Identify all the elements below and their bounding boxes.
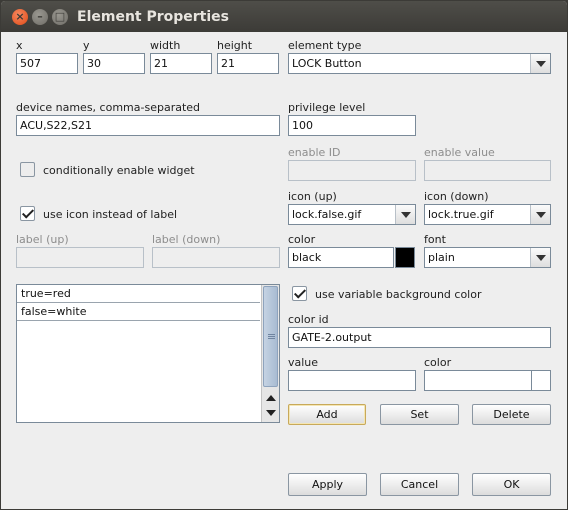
x-label: x — [16, 39, 23, 52]
list-item[interactable]: true=red — [17, 285, 260, 303]
font-label: font — [424, 233, 446, 246]
chevron-down-icon[interactable] — [395, 205, 415, 224]
y-input[interactable]: 30 — [83, 53, 145, 74]
height-label: height — [217, 39, 253, 52]
ok-button[interactable]: OK — [472, 473, 551, 496]
icon-up-label: icon (up) — [288, 190, 337, 203]
label-up-input[interactable] — [16, 247, 144, 268]
value-input[interactable] — [288, 370, 416, 391]
scroll-up-icon[interactable] — [266, 395, 276, 401]
color-input[interactable]: black — [288, 247, 394, 268]
add-button[interactable]: Add — [288, 404, 366, 425]
scrollbar-thumb[interactable] — [263, 286, 278, 387]
entry-color-label: color — [424, 356, 452, 369]
icon-down-select[interactable]: lock.true.gif — [424, 204, 551, 225]
grip-icon — [268, 334, 275, 335]
variable-bg-label: use variable background color — [315, 288, 482, 301]
grip-icon — [268, 338, 275, 339]
height-input[interactable]: 21 — [217, 53, 279, 74]
device-names-input[interactable]: ACU,S22,S21 — [16, 115, 280, 136]
maximize-icon[interactable]: □ — [52, 9, 68, 25]
enable-value-input[interactable] — [424, 160, 551, 181]
label-down-input[interactable] — [152, 247, 280, 268]
close-icon[interactable]: × — [12, 9, 28, 25]
enable-id-label: enable ID — [288, 146, 341, 159]
x-input[interactable]: 507 — [16, 53, 78, 74]
color-id-label: color id — [288, 313, 329, 326]
value-label: value — [288, 356, 319, 369]
device-names-label: device names, comma-separated — [16, 101, 201, 114]
icon-up-select[interactable]: lock.false.gif — [288, 204, 416, 225]
value-list[interactable]: true=red false=white — [16, 284, 280, 423]
color-swatch[interactable] — [395, 247, 415, 268]
color-label: color — [288, 233, 316, 246]
chevron-down-icon[interactable] — [530, 248, 550, 267]
icon-up-value: lock.false.gif — [292, 208, 362, 221]
delete-button[interactable]: Delete — [472, 404, 551, 425]
label-down-label: label (down) — [152, 233, 221, 246]
cancel-button[interactable]: Cancel — [380, 473, 459, 496]
conditionally-enable-label: conditionally enable widget — [43, 164, 195, 177]
grip-icon — [268, 336, 275, 337]
color-id-input[interactable]: GATE-2.output — [288, 327, 551, 348]
minimize-icon[interactable]: – — [32, 9, 48, 25]
y-label: y — [83, 39, 90, 52]
scroll-down-icon[interactable] — [266, 410, 276, 416]
set-button[interactable]: Set — [380, 404, 459, 425]
width-input[interactable]: 21 — [150, 53, 212, 74]
entry-color-swatch[interactable] — [531, 370, 551, 391]
variable-bg-checkbox[interactable] — [292, 286, 307, 301]
use-icon-checkbox[interactable] — [20, 206, 35, 221]
enable-value-label: enable value — [424, 146, 495, 159]
privilege-level-label: privilege level — [288, 101, 366, 114]
entry-color-input[interactable] — [424, 370, 532, 391]
width-label: width — [150, 39, 181, 52]
icon-down-label: icon (down) — [424, 190, 489, 203]
privilege-level-input[interactable]: 100 — [288, 115, 416, 136]
chevron-down-icon[interactable] — [530, 54, 550, 73]
chevron-down-icon[interactable] — [530, 205, 550, 224]
label-up-label: label (up) — [16, 233, 69, 246]
list-scrollbar[interactable] — [261, 285, 279, 422]
font-value: plain — [428, 251, 455, 264]
element-type-label: element type — [288, 39, 362, 52]
enable-id-input[interactable] — [288, 160, 416, 181]
window-title: Element Properties — [77, 9, 229, 25]
list-item[interactable]: false=white — [17, 303, 260, 321]
apply-button[interactable]: Apply — [288, 473, 367, 496]
icon-down-value: lock.true.gif — [428, 208, 494, 221]
use-icon-label: use icon instead of label — [43, 208, 178, 221]
element-properties-dialog: × – □ Element Properties x 507 y 30 widt… — [0, 0, 568, 510]
title-bar: × – □ Element Properties — [1, 1, 567, 32]
conditionally-enable-checkbox[interactable] — [20, 162, 35, 177]
font-select[interactable]: plain — [424, 247, 551, 268]
element-type-value: LOCK Button — [292, 57, 362, 70]
element-type-select[interactable]: LOCK Button — [288, 53, 551, 74]
